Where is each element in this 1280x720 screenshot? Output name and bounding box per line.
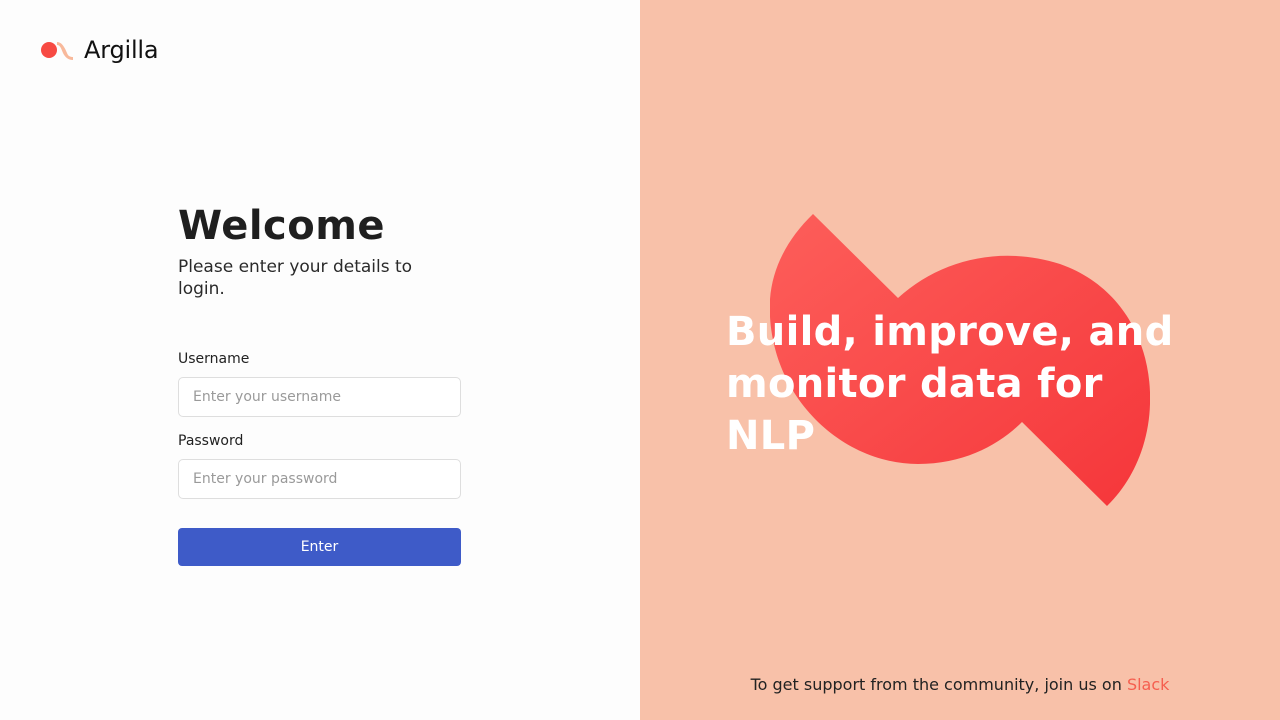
password-input[interactable] (178, 459, 461, 499)
login-page: Argilla Welcome Please enter your detail… (0, 0, 1280, 720)
promo-panel: Build, improve, and monitor data for NLP… (640, 0, 1280, 720)
username-label: Username (178, 351, 250, 367)
login-subtitle: Please enter your details to login. (178, 257, 413, 299)
promo-tagline: Build, improve, and monitor data for NLP (726, 309, 1174, 459)
slack-link[interactable]: Slack (1127, 675, 1169, 694)
support-message: To get support from the community, join … (640, 675, 1280, 695)
support-text: To get support from the community, join … (750, 675, 1127, 694)
login-panel: Argilla Welcome Please enter your detail… (0, 0, 640, 720)
password-label: Password (178, 433, 244, 449)
username-input[interactable] (178, 377, 461, 417)
page-title: Welcome (178, 203, 386, 249)
login-form: Welcome Please enter your details to log… (178, 200, 462, 566)
enter-button[interactable]: Enter (178, 528, 461, 566)
brand-name: Argilla (84, 36, 159, 64)
argilla-logo-icon (40, 38, 74, 62)
brand-logo[interactable]: Argilla (40, 36, 159, 64)
